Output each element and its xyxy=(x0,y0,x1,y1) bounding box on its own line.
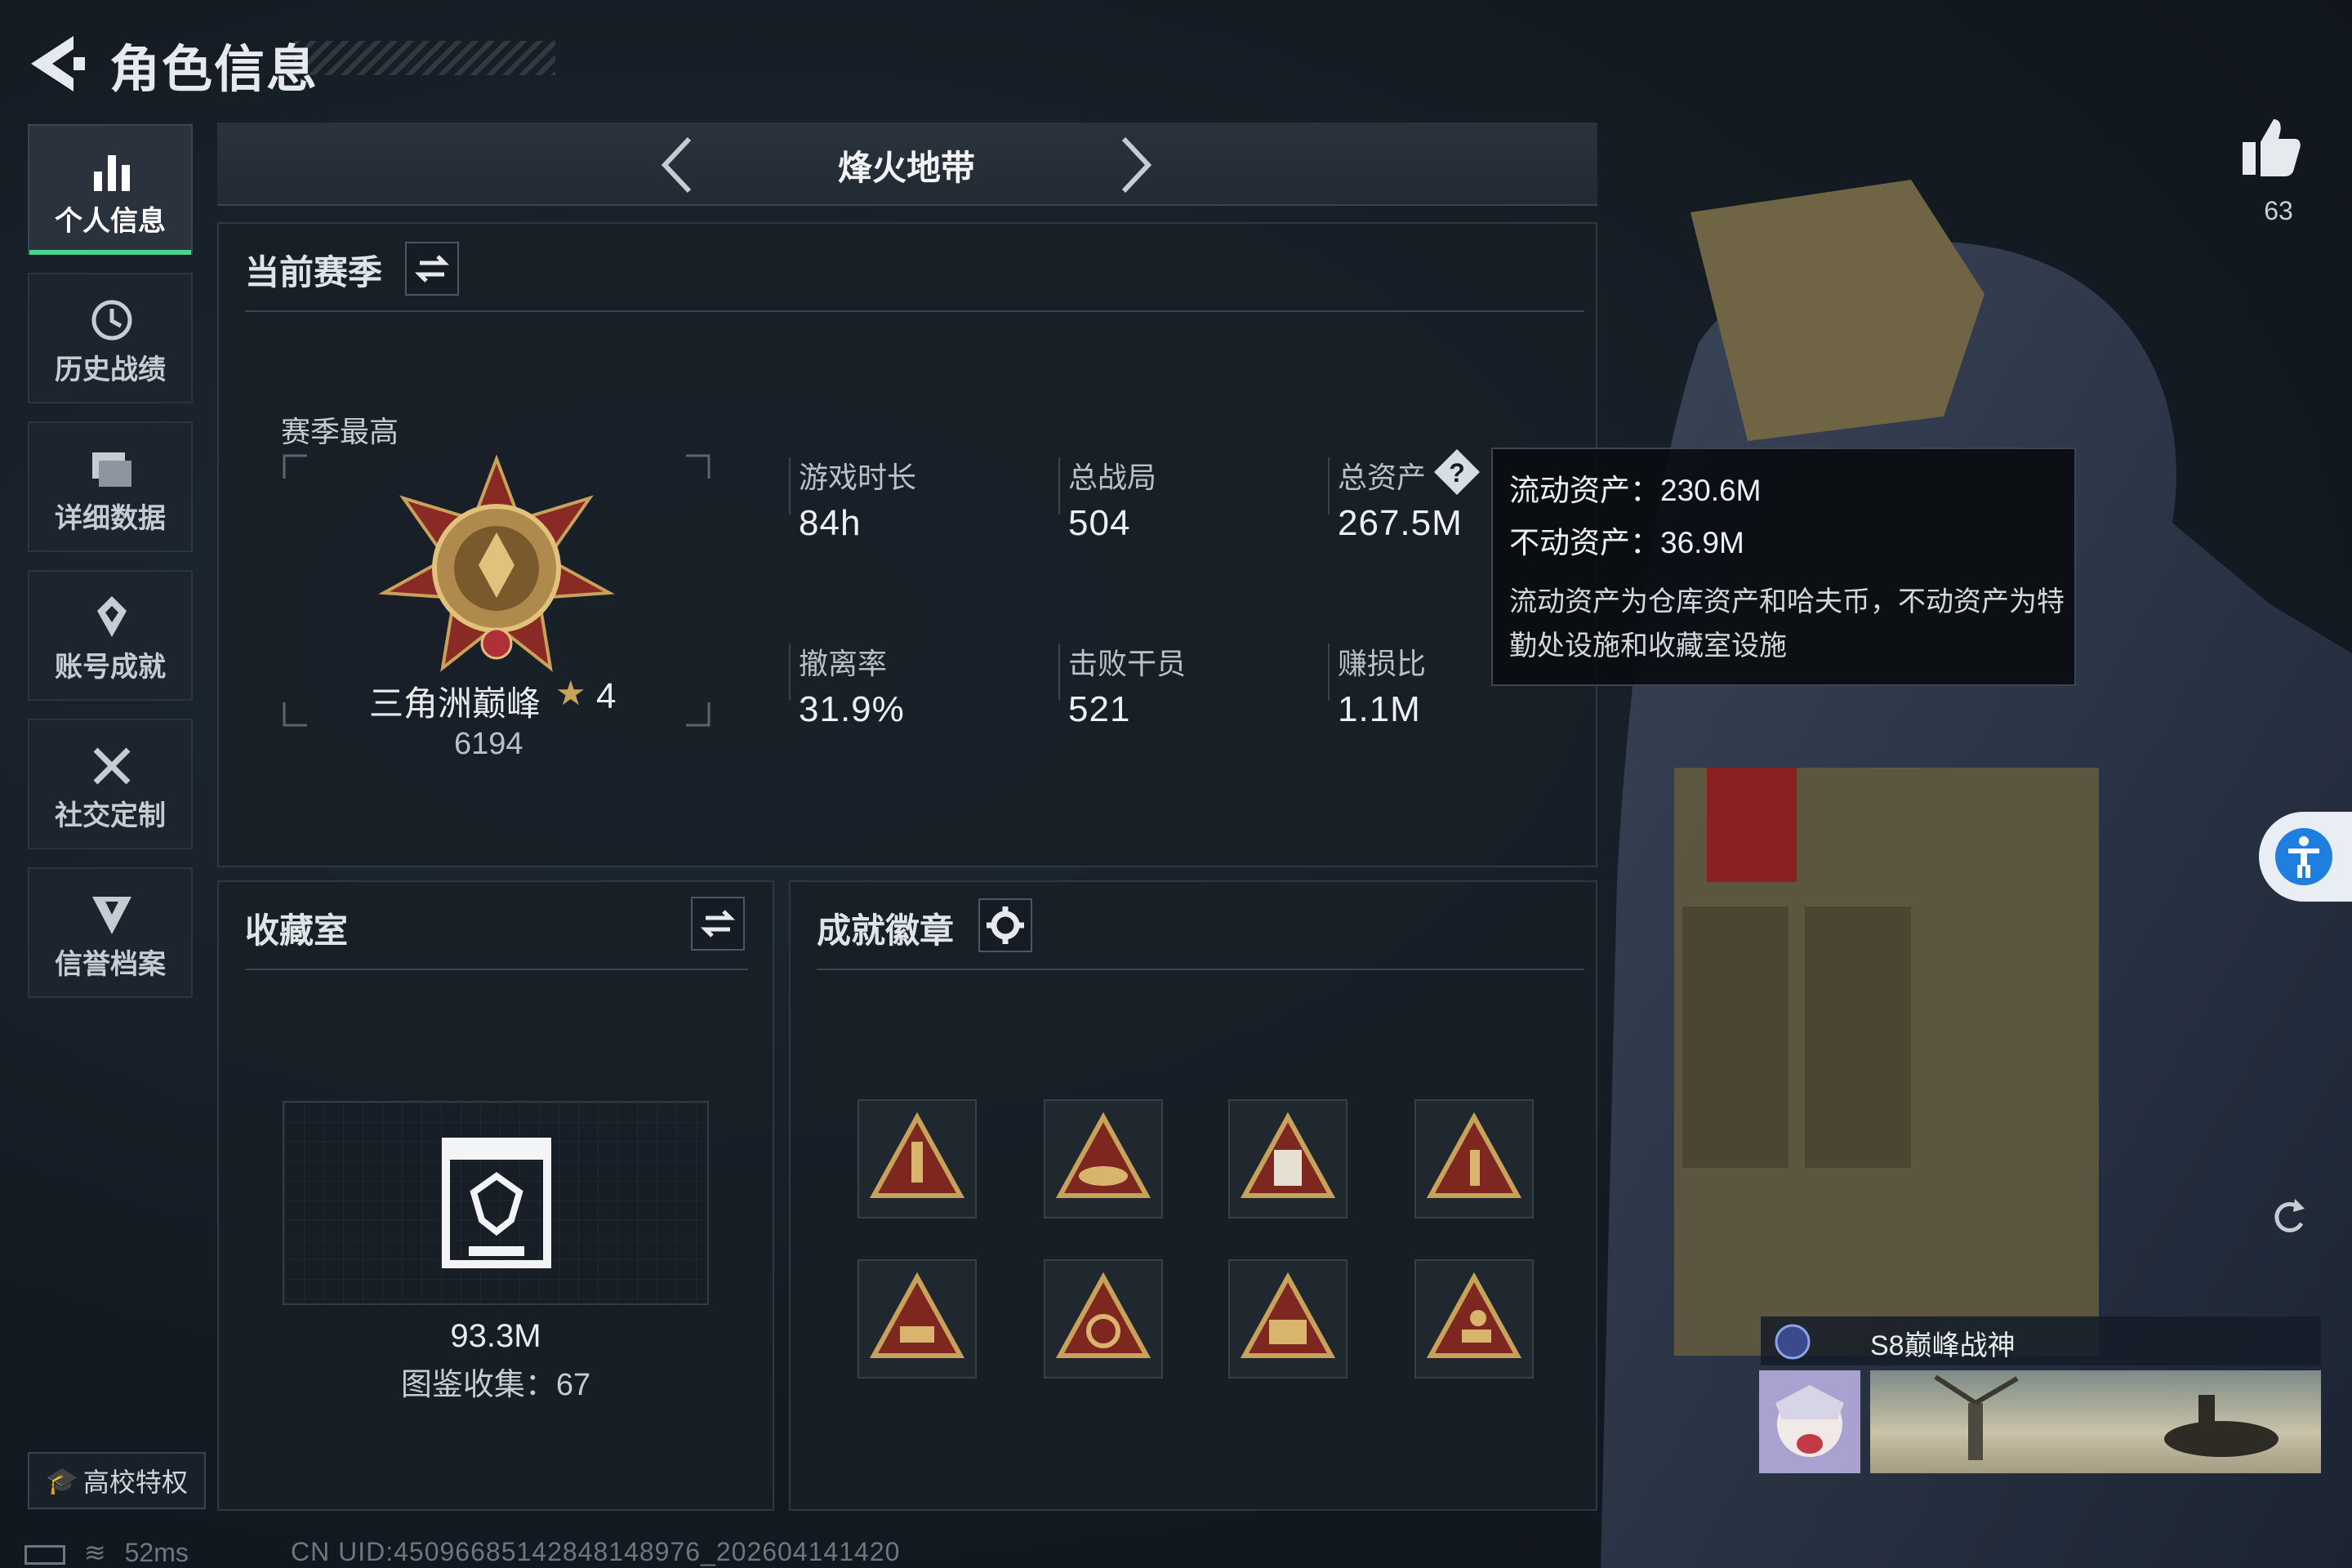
title-emblem-icon xyxy=(1775,1324,1811,1360)
player-title: S8巅峰战神 xyxy=(1870,1330,2016,1361)
stat-label: 击败干员 xyxy=(1068,647,1187,680)
display-case-icon xyxy=(442,1138,551,1268)
asset-tooltip: 流动资产：230.6M 不动资产：36.9M 流动资产为仓库资产和哈夫币，不动资… xyxy=(1491,448,2076,686)
wifi-icon: ≋ xyxy=(83,1538,106,1567)
stat-value: 504 xyxy=(1068,503,1131,543)
switch-collection-button[interactable] xyxy=(691,897,745,951)
achievement-settings-button[interactable] xyxy=(978,898,1032,952)
s8-badge-icon[interactable] xyxy=(1228,1099,1348,1218)
stat-value: 1.1M xyxy=(1338,689,1421,729)
bar-chart-icon xyxy=(94,155,130,191)
divider xyxy=(245,969,748,970)
rank-emblem-icon xyxy=(378,454,615,672)
stat-divider xyxy=(1328,644,1330,701)
back-arrow-icon[interactable] xyxy=(24,31,90,96)
network-status: ≋ 52ms xyxy=(24,1537,189,1568)
graduation-cap-icon: 🎓 xyxy=(46,1466,78,1495)
collection-showcase[interactable] xyxy=(283,1101,709,1305)
chevron-left-icon[interactable] xyxy=(653,132,702,198)
switch-season-button[interactable] xyxy=(405,242,459,296)
sidebar-item-personal-info[interactable]: 个人信息 xyxy=(28,124,193,255)
rotate-icon[interactable] xyxy=(2267,1191,2308,1240)
stat-value: 31.9% xyxy=(799,689,905,729)
stat-divider xyxy=(789,644,791,701)
rank-stars: 4 xyxy=(596,676,617,716)
season-title: 当前赛季 xyxy=(245,253,383,292)
sidebar-item-credit[interactable]: 信誉档案 xyxy=(28,867,193,998)
name-card-banner xyxy=(1870,1370,2321,1473)
mode-name: 烽火地带 xyxy=(837,149,975,187)
stat-value: 84h xyxy=(799,503,862,543)
crown-badge-icon[interactable] xyxy=(1044,1099,1163,1218)
divider xyxy=(245,310,1584,312)
sidebar-item-achievements[interactable]: 账号成就 xyxy=(28,570,193,701)
number-one-badge-icon[interactable] xyxy=(1414,1099,1534,1218)
season-best-label: 赛季最高 xyxy=(281,415,399,448)
collection-count: 图鉴收集：67 xyxy=(400,1368,591,1402)
collection-title: 收藏室 xyxy=(245,911,349,950)
avatar-image xyxy=(1759,1370,1860,1473)
fixed-assets: 不动资产：36.9M xyxy=(1509,526,1744,559)
sidebar-item-label: 详细数据 xyxy=(55,503,166,534)
title-decoration xyxy=(294,41,555,75)
thumbs-up-icon[interactable] xyxy=(2238,114,2303,180)
sidebar-item-label: 账号成就 xyxy=(55,652,166,683)
sidebar-item-social[interactable]: 社交定制 xyxy=(28,719,193,849)
sidebar-item-label: 社交定制 xyxy=(55,800,166,831)
stat-label: 总资产 xyxy=(1338,461,1427,494)
sidebar-item-label: 信誉档案 xyxy=(55,949,166,980)
stat-value: 521 xyxy=(1068,689,1131,729)
like-count: 63 xyxy=(2264,196,2293,225)
tools-icon xyxy=(93,747,131,785)
rocket-badge-icon[interactable] xyxy=(858,1099,977,1218)
stat-divider xyxy=(1058,644,1060,701)
swap-icon xyxy=(700,910,736,938)
ping-value: 52ms xyxy=(124,1538,189,1567)
squad-badge-icon[interactable] xyxy=(1228,1259,1348,1379)
avatar[interactable] xyxy=(1759,1370,1860,1473)
runner-badge-icon[interactable] xyxy=(1414,1259,1534,1379)
stat-divider xyxy=(789,457,791,514)
sidebar-item-label: 历史战绩 xyxy=(55,354,166,385)
stat-label: 赚损比 xyxy=(1338,647,1427,680)
divider xyxy=(817,969,1584,970)
stat-value: 267.5M xyxy=(1338,503,1463,543)
achievement-icon xyxy=(97,596,127,637)
sidebar-item-label: 个人信息 xyxy=(55,206,166,237)
campus-label: 高校特权 xyxy=(82,1468,188,1497)
stat-divider xyxy=(1058,457,1060,514)
accessibility-icon xyxy=(2275,828,2332,885)
svg-text:?: ? xyxy=(1449,458,1465,488)
asset-description: 流动资产为仓库资产和哈夫币，不动资产为特勤处设施和收藏室设施 xyxy=(1509,586,2065,662)
player-uid: CN UID:450966851428481489​76_20260414142… xyxy=(291,1537,901,1566)
stat-label: 撤离率 xyxy=(799,647,888,680)
folder-icon xyxy=(92,452,131,487)
stat-label: 总战局 xyxy=(1068,461,1157,494)
collection-value: 93.3M xyxy=(450,1318,541,1354)
windmill-knight-image xyxy=(1934,1374,2278,1460)
stat-label: 游戏时长 xyxy=(799,461,917,494)
liquid-assets: 流动资产：230.6M xyxy=(1509,474,1762,507)
sidebar-item-detail-data[interactable]: 详细数据 xyxy=(28,421,193,552)
rank-name: 三角洲巅峰 xyxy=(369,684,541,723)
campus-privilege-button[interactable]: 🎓 高校特权 xyxy=(28,1452,206,1509)
stat-divider xyxy=(1328,457,1330,514)
star-icon: ★ xyxy=(555,674,586,712)
player-title-bar xyxy=(1761,1316,2321,1365)
sidebar-item-history[interactable]: 历史战绩 xyxy=(28,273,193,403)
gear-icon xyxy=(987,906,1024,944)
rank-score: 6194 xyxy=(454,727,523,761)
history-clock-icon xyxy=(91,300,132,341)
chevron-right-icon[interactable] xyxy=(1111,132,1160,198)
page-title: 角色信息 xyxy=(109,42,319,98)
help-icon[interactable]: ? xyxy=(1432,448,1481,497)
shield-icon xyxy=(92,897,131,934)
battery-icon xyxy=(24,1544,65,1565)
pyramid-badge-icon[interactable] xyxy=(858,1259,977,1379)
emblem-badge-icon[interactable] xyxy=(1044,1259,1163,1379)
achievement-title: 成就徽章 xyxy=(817,911,955,950)
swap-icon xyxy=(414,255,450,283)
accessibility-button[interactable] xyxy=(2259,812,2352,902)
